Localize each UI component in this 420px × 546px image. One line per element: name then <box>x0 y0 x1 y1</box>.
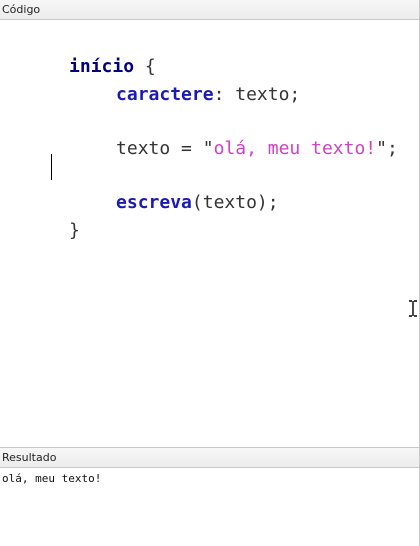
result-output-text: olá, meu texto! <box>2 472 102 485</box>
code-line-2[interactable]: caractere: texto; <box>51 54 300 105</box>
keyword-escreva: escreva <box>116 192 192 213</box>
result-panel-header: Resultado <box>0 447 420 468</box>
code-text: texto = " <box>116 138 214 159</box>
code-line-7[interactable]: } <box>4 190 80 241</box>
code-panel-header: Código <box>0 0 420 20</box>
program-window: Código início { caractere: texto; texto … <box>0 0 420 546</box>
keyword-caractere: caractere <box>116 84 214 105</box>
code-line-1[interactable]: início { <box>4 26 156 77</box>
i-beam-cursor-icon <box>409 300 417 317</box>
string-literal: olá, meu texto! <box>213 138 377 159</box>
result-panel-title: Resultado <box>2 451 57 464</box>
code-text: "; <box>376 138 398 159</box>
code-line-4[interactable]: texto = "olá, meu texto!"; <box>51 108 398 159</box>
closing-brace: } <box>69 220 80 241</box>
code-editor[interactable]: início { caractere: texto; texto = "olá,… <box>0 20 419 445</box>
code-text: (texto); <box>191 192 279 213</box>
code-panel-title: Código <box>2 3 41 16</box>
result-output-area[interactable]: olá, meu texto! <box>0 468 419 546</box>
code-text: : texto; <box>213 84 301 105</box>
code-line-6[interactable]: escreva(texto); <box>51 162 279 213</box>
